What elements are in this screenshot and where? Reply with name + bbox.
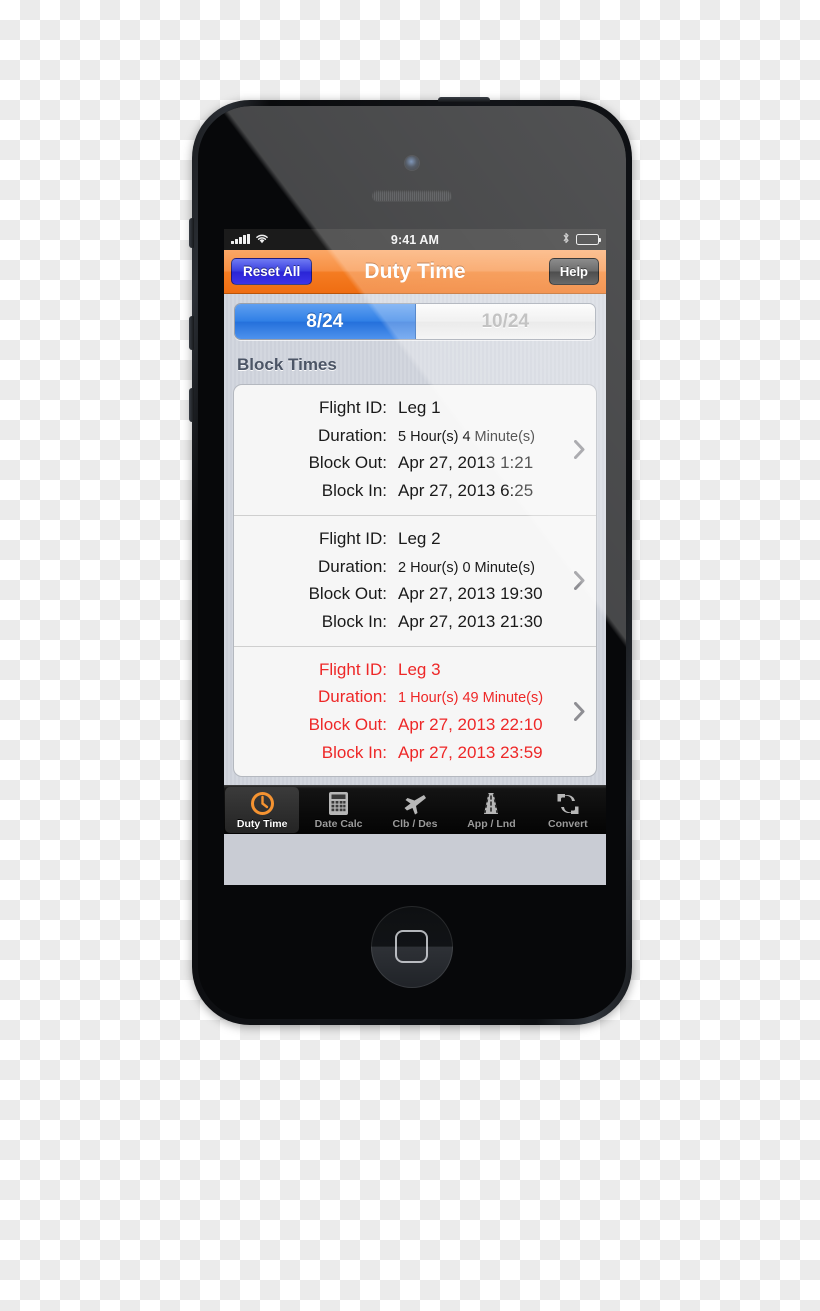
tab-label: Convert [547,817,588,830]
front-camera-icon [405,156,419,170]
block-in-row: Block In: Apr 27, 2013 6:25 [234,477,562,505]
block-in-row: Block In: Apr 27, 2013 21:30 [234,608,562,636]
block-times-group: Flight ID: Leg 1 Duration: 5 Hour(s) 4 M… [233,384,597,778]
duration-label: Duration: [318,556,387,576]
block-in-value: Apr 27, 2013 23:59 [398,742,543,762]
flight-id-value: Leg 1 [398,398,441,417]
iphone-device: 9:41 AM Reset All Duty Time Help 8/24 10… [189,97,632,1025]
tab-date-calc[interactable]: Date Calc [301,787,375,833]
duration-value: 2 Hour(s) 0 Minute(s) [398,559,535,576]
mute-switch-button[interactable] [189,218,194,248]
block-in-value: Apr 27, 2013 6:25 [398,481,534,501]
volume-up-button[interactable] [189,316,194,350]
help-button[interactable]: Help [548,258,599,285]
calculator-icon [328,791,349,817]
block-out-row: Block Out: Apr 27, 2013 1:21 [234,449,562,477]
chevron-right-icon[interactable] [574,701,585,721]
table-row[interactable]: Flight ID: Leg 1 Duration: 5 Hour(s) 4 M… [234,385,596,516]
block-out-value: Apr 27, 2013 19:30 [398,584,543,604]
tab-bar: Duty Time Date Calc Clb / Des App / Lnd … [224,785,606,834]
table-row[interactable]: Flight ID: Leg 3 Duration: 1 Hour(s) 49 … [234,647,596,777]
chevron-right-icon[interactable] [574,439,585,459]
status-bar-clock: 9:41 AM [390,232,440,247]
battery-icon [576,234,602,245]
duration-row: Duration: 5 Hour(s) 4 Minute(s) [234,422,562,450]
flight-id-row: Flight ID: Leg 2 [234,525,562,553]
flight-id-value: Leg 3 [398,659,441,679]
power-button[interactable] [438,97,490,102]
block-in-row: Block In: Apr 27, 2013 23:59 [234,739,562,767]
phone-bezel: 9:41 AM Reset All Duty Time Help 8/24 10… [198,106,626,1019]
block-out-label: Block Out: [308,715,387,735]
flight-id-label: Flight ID: [318,659,387,679]
flight-id-row: Flight ID: Leg 1 [234,394,562,422]
tab-label: Duty Time [236,817,288,830]
duration-label: Duration: [318,425,387,445]
segment-10-24[interactable]: 10/24 [415,304,595,339]
runway-icon [478,791,504,817]
block-in-value: Apr 27, 2013 21:30 [398,611,543,631]
chevron-right-icon[interactable] [574,570,585,590]
flight-id-label: Flight ID: [318,398,387,417]
tab-app-lnd[interactable]: App / Lnd [454,787,528,833]
clock-icon [250,791,275,817]
block-out-value: Apr 27, 2013 22:10 [398,715,543,735]
duty-period-segmented-control[interactable]: 8/24 10/24 [234,303,596,340]
tab-label: Date Calc [314,817,363,830]
duration-row: Duration: 2 Hour(s) 0 Minute(s) [234,553,562,581]
block-out-label: Block Out: [308,453,387,473]
phone-screen: 9:41 AM Reset All Duty Time Help 8/24 10… [224,229,606,885]
earpiece-speaker-icon [372,190,452,201]
tab-duty-time[interactable]: Duty Time [225,787,300,833]
airplane-climb-icon [402,791,428,817]
block-out-label: Block Out: [308,584,387,604]
flight-id-label: Flight ID: [318,528,387,548]
block-times-list-area: Block Times Flight ID: Leg 1 Duration: 5… [224,348,606,785]
home-button-icon[interactable] [371,906,453,988]
status-bar: 9:41 AM [224,229,606,250]
block-out-row: Block Out: Apr 27, 2013 22:10 [234,711,562,739]
duration-value: 5 Hour(s) 4 Minute(s) [398,428,535,445]
tab-clb-des[interactable]: Clb / Des [378,787,452,833]
tab-label: App / Lnd [467,817,516,830]
duration-value: 1 Hour(s) 49 Minute(s) [398,690,544,707]
flight-id-value: Leg 2 [398,528,441,548]
tab-label: Clb / Des [392,817,438,830]
section-header-block-times: Block Times [237,355,337,374]
flight-id-row: Flight ID: Leg 3 [234,656,562,684]
tab-convert[interactable]: Convert [531,787,605,833]
block-out-value: Apr 27, 2013 1:21 [398,453,534,473]
refresh-arrows-icon [555,791,581,817]
table-row[interactable]: Flight ID: Leg 2 Duration: 2 Hour(s) 0 M… [234,516,596,647]
segment-8-24[interactable]: 8/24 [235,304,416,339]
block-in-label: Block In: [321,742,387,762]
duration-row: Duration: 1 Hour(s) 49 Minute(s) [234,683,562,711]
reset-all-button[interactable]: Reset All [231,258,313,285]
block-out-row: Block Out: Apr 27, 2013 19:30 [234,580,562,608]
segmented-control-area: 8/24 10/24 [224,294,606,348]
duration-label: Duration: [318,687,387,707]
volume-down-button[interactable] [189,388,194,422]
block-in-label: Block In: [321,611,387,631]
block-in-label: Block In: [321,481,387,501]
navigation-bar: Reset All Duty Time Help [224,250,606,294]
